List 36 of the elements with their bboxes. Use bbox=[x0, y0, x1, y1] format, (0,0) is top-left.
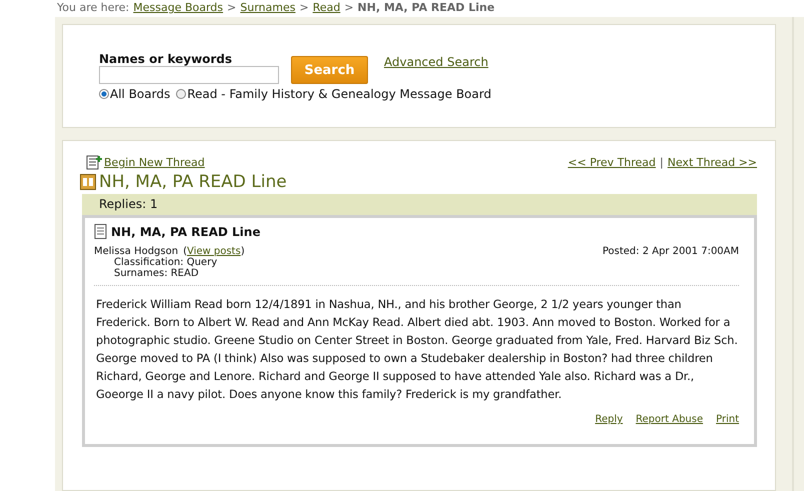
search-label: Names or keywords bbox=[99, 52, 234, 66]
next-thread-link[interactable]: Next Thread >> bbox=[668, 156, 758, 169]
post-body: Frederick William Read born 12/4/1891 in Nashua, NH., and his brother George, 2 1/2 years younger than Frederick. Born to Albert W. Read and Ann McKay Read. Albert died abt. 1903. Ann moved to Boston. Worked for a photographic studio. Greene Studio on Center Street in Boston. George graduated from Yale, Fred. Harvard Biz Sch. George moved to PA (I think) Also was supposed to own a Studebaker dealership in Boston? had three children Richard, George and Lenore. Richard and George II supposed to have attended Yale also. Richard was a Dr., Goeorge II a navy pilot. Does anyone know this family? Frederick is my grandfather. bbox=[96, 297, 739, 403]
replies-bar: Replies: 1 bbox=[82, 194, 758, 215]
post-action-link[interactable]: Reply bbox=[595, 414, 623, 425]
posted-date: Posted: 2 Apr 2001 7:00AM bbox=[602, 246, 740, 259]
author-name: Melissa Hodgson bbox=[94, 246, 178, 257]
nav-separator: | bbox=[660, 156, 664, 169]
prev-thread-link[interactable]: << Prev Thread bbox=[568, 156, 656, 169]
thread-title: NH, MA, PA READ Line bbox=[99, 172, 287, 192]
post-action-link[interactable]: Print bbox=[716, 414, 740, 425]
paren: ) bbox=[240, 246, 245, 257]
post-action-link[interactable]: Report Abuse bbox=[636, 414, 703, 425]
post-title: NH, MA, PA READ Line bbox=[111, 224, 260, 238]
breadcrumb-separator: > bbox=[344, 1, 354, 15]
radio-button[interactable] bbox=[176, 89, 186, 99]
radio-button[interactable] bbox=[99, 89, 109, 99]
breadcrumb-separator: > bbox=[299, 1, 309, 15]
document-icon bbox=[94, 224, 108, 239]
advanced-search-link[interactable]: Advanced Search bbox=[384, 55, 488, 69]
search-field[interactable] bbox=[99, 66, 279, 84]
board-icon bbox=[80, 174, 96, 190]
radio-label: All Boards bbox=[110, 87, 170, 101]
paren: ( bbox=[183, 246, 187, 257]
breadcrumb-current: NH, MA, PA READ Line bbox=[358, 1, 495, 15]
new-thread-icon bbox=[86, 155, 103, 170]
surnames-text: Surnames: READ bbox=[113, 268, 200, 279]
breadcrumb-link[interactable]: Message Boards bbox=[133, 1, 224, 15]
breadcrumb-link[interactable]: Read bbox=[312, 1, 340, 15]
breadcrumb-label: You are here: bbox=[57, 1, 130, 15]
breadcrumb-separator: > bbox=[227, 1, 236, 15]
begin-thread-link[interactable]: Begin New Thread bbox=[104, 156, 205, 169]
classification-text: Classification: Query bbox=[113, 257, 218, 268]
view-posts-link[interactable]: View posts bbox=[186, 246, 241, 257]
breadcrumb-link[interactable]: Surnames bbox=[240, 1, 296, 15]
radio-label: Read - Family History & Genealogy Message Board bbox=[187, 87, 492, 101]
